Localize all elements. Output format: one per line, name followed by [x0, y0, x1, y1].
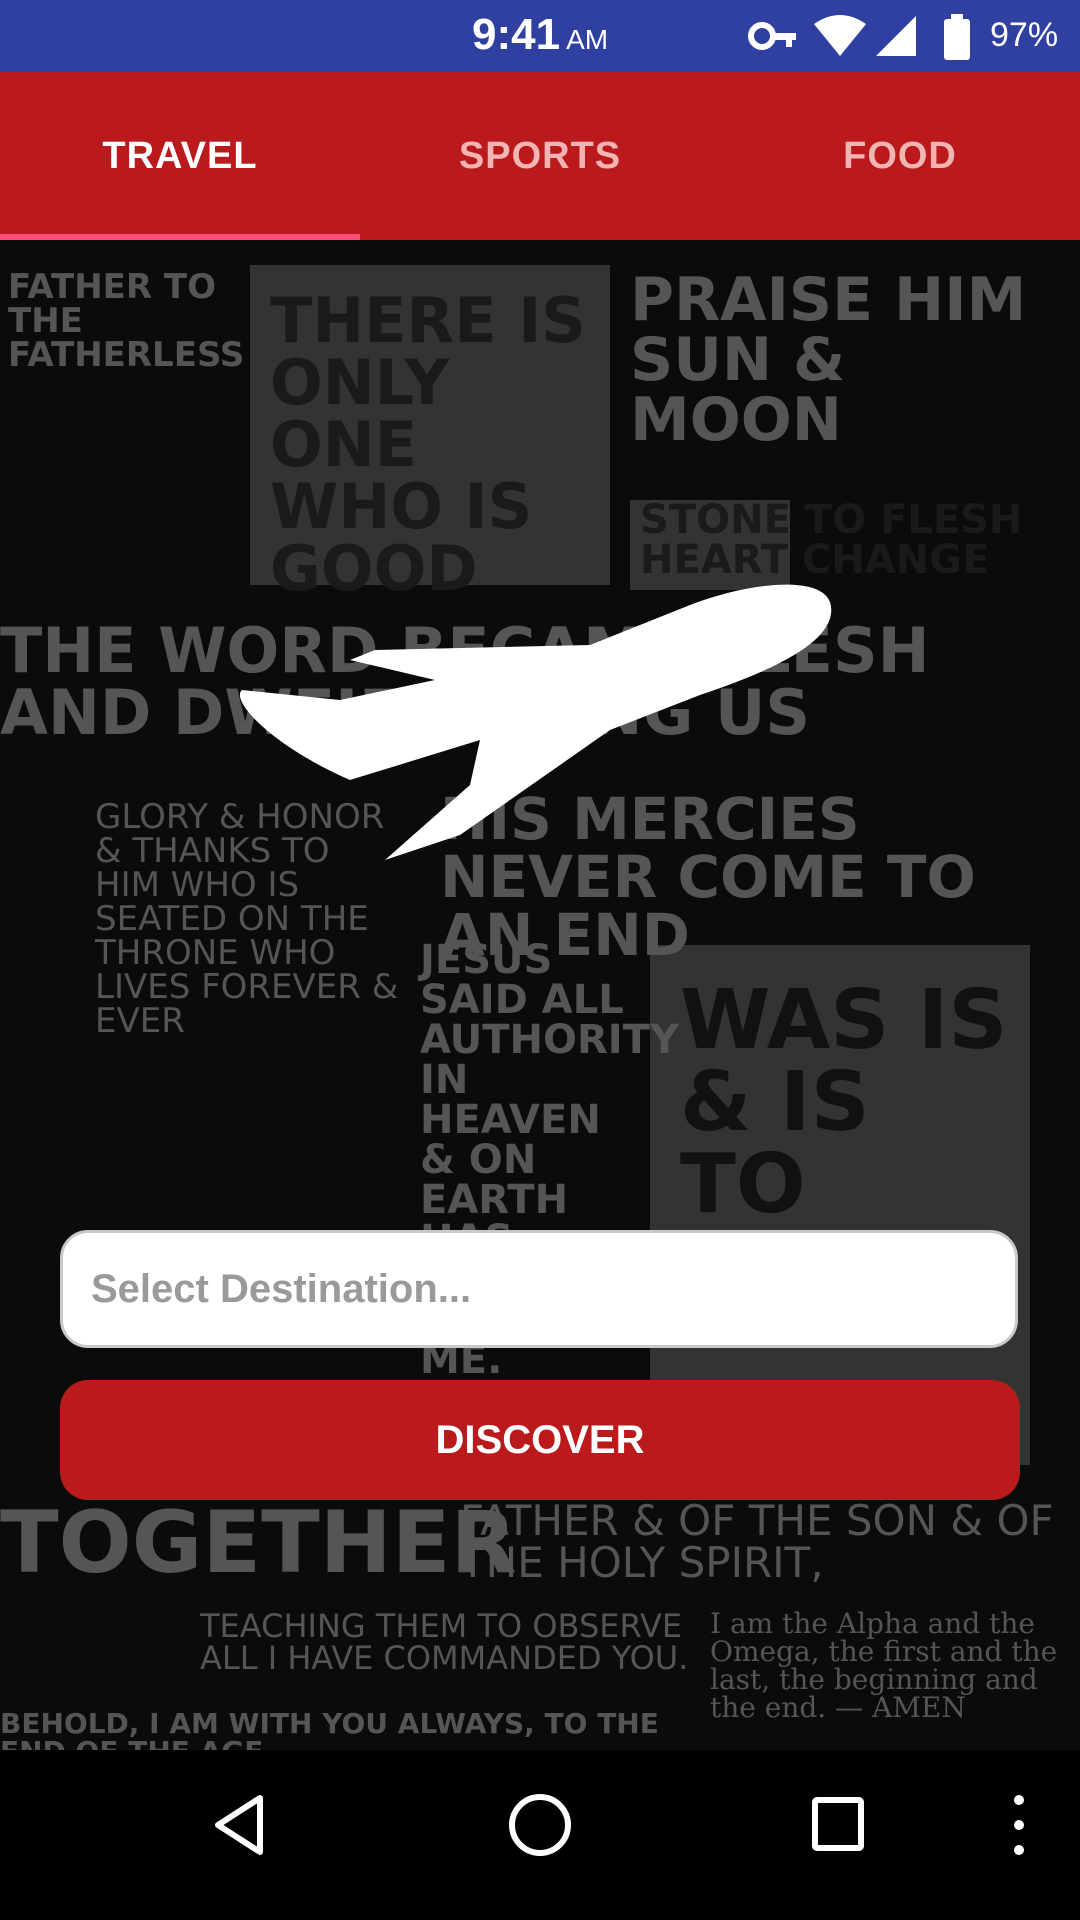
- tab-food[interactable]: FOOD: [720, 72, 1080, 240]
- key-icon: [748, 22, 796, 50]
- tab-travel[interactable]: TRAVEL: [0, 72, 360, 240]
- bg-text-3: PRAISE HIM SUN & MOON: [630, 265, 1027, 455]
- status-bar: 9:41 AM 97%: [0, 0, 1080, 72]
- status-ampm: AM: [566, 24, 609, 55]
- navigation-bar: [0, 1750, 1080, 1920]
- bg-text-14: BEHOLD, I AM WITH YOU ALWAYS, TO THE END…: [0, 1707, 659, 1751]
- bg-text-2: THERE IS ONLY ONE WHO IS GOOD: [270, 284, 586, 605]
- bg-text-10: FATHER & OF THE SON & OF THE HOLY SPIRIT…: [460, 1496, 1054, 1587]
- tab-sports[interactable]: SPORTS: [360, 72, 720, 240]
- bg-text-1: FATHER TO THE FATHERLESS: [8, 267, 245, 375]
- airplane-icon: [239, 584, 832, 860]
- background-collage: FATHER TO THE FATHERLESS THERE IS ONLY O…: [0, 240, 1080, 1750]
- destination-input[interactable]: [60, 1230, 1018, 1348]
- bg-text-13: I am the Alpha and the Omega, the first …: [710, 1607, 1058, 1724]
- home-icon[interactable]: [505, 1790, 575, 1860]
- wifi-icon: [814, 15, 866, 56]
- status-time: 9:41: [472, 10, 561, 59]
- bg-text-11: TOGETHER: [0, 1493, 517, 1593]
- signal-icon: [876, 16, 916, 56]
- recents-icon[interactable]: [808, 1790, 868, 1860]
- battery-percent: 97%: [990, 16, 1059, 54]
- status-clock: 9:41 AM: [472, 10, 608, 60]
- bg-text-12: TEACHING THEM TO OBSERVE ALL I HAVE COMM…: [200, 1607, 689, 1677]
- bg-text-4: STONE TO FLESH HEART CHANGE: [640, 497, 1023, 583]
- back-icon[interactable]: [210, 1790, 270, 1860]
- tab-bar: TRAVEL SPORTS FOOD: [0, 72, 1080, 240]
- overflow-icon[interactable]: [1004, 1790, 1034, 1860]
- battery-icon: [944, 14, 970, 60]
- discover-button[interactable]: DISCOVER: [60, 1380, 1020, 1500]
